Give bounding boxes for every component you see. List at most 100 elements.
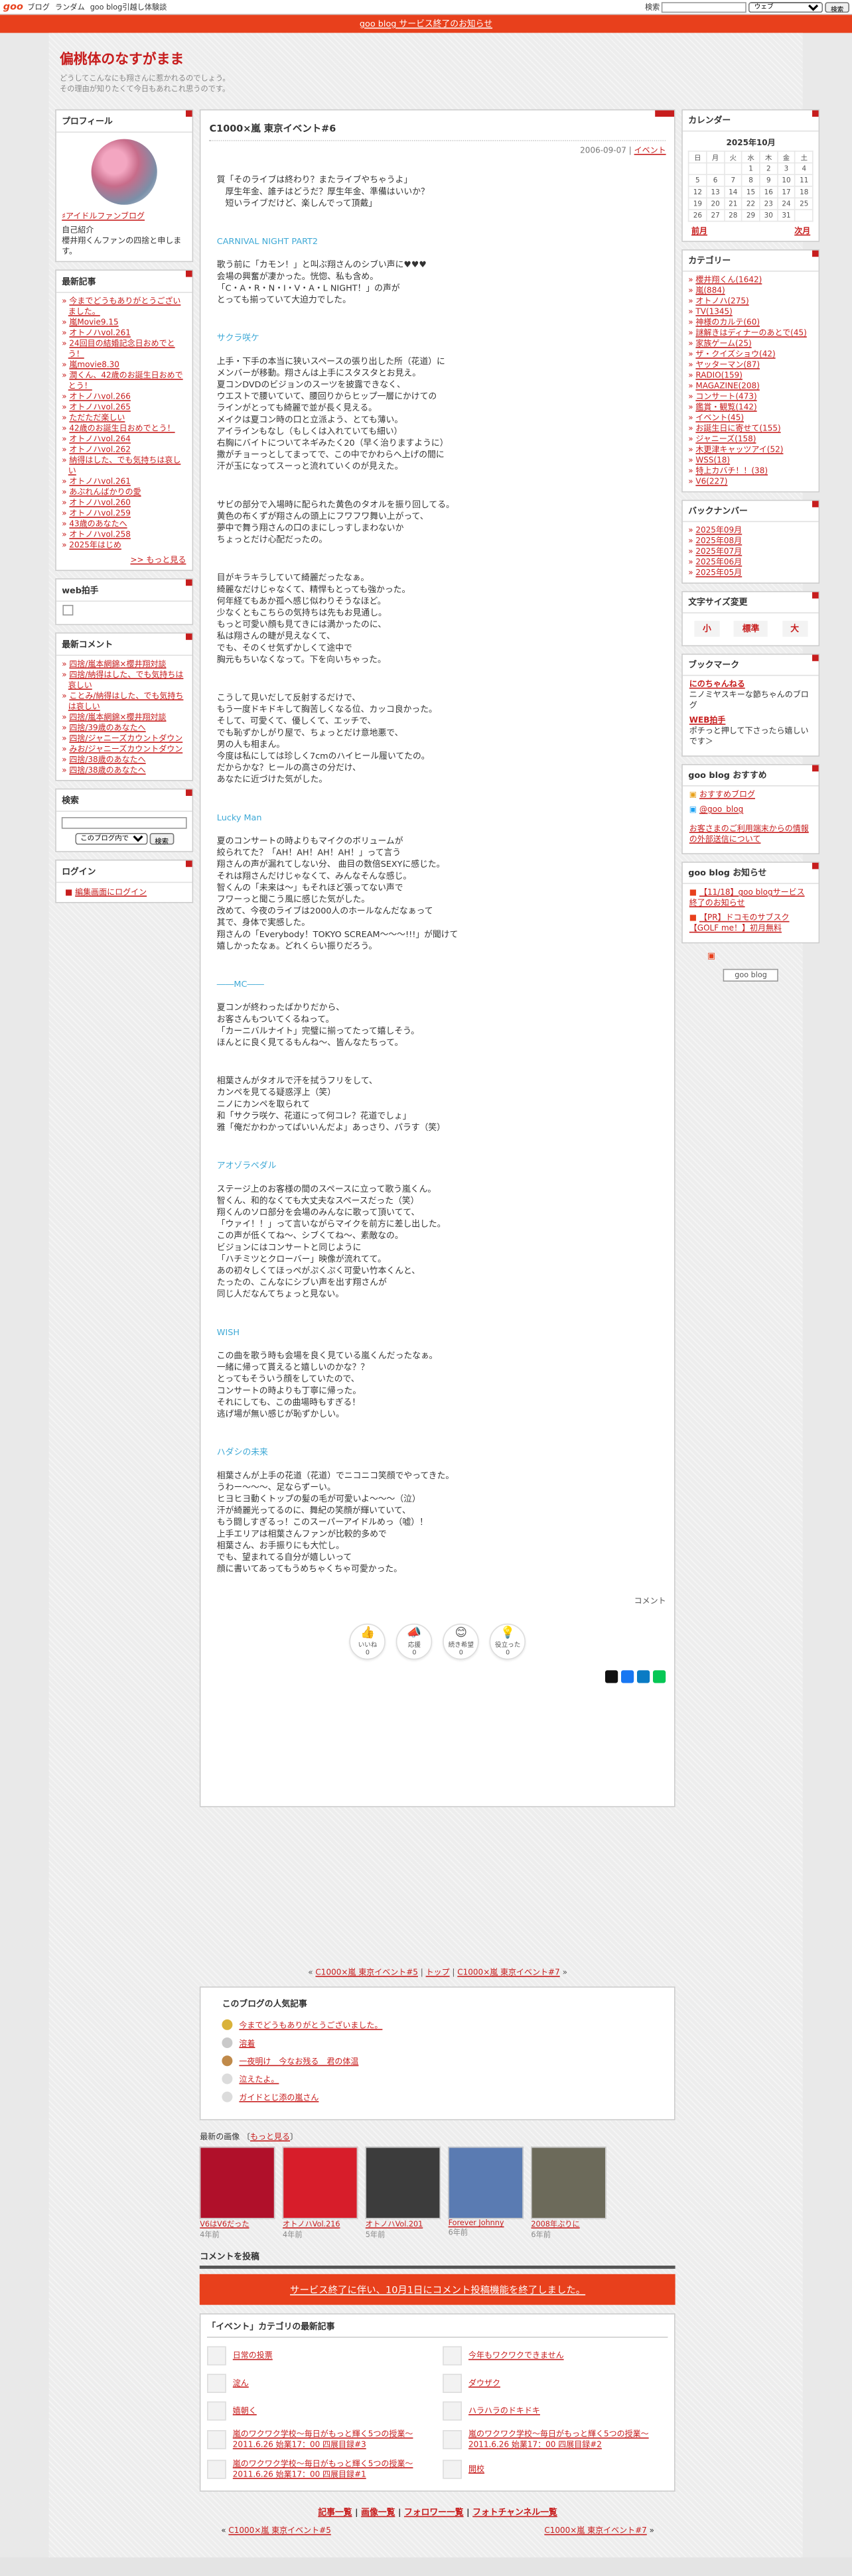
recent-post-item-link[interactable]: ただただ楽しい [69, 413, 125, 422]
recommend-link-1[interactable]: おすすめブログ [699, 789, 755, 799]
category-latest-link[interactable]: 嵐のワクワク学校〜毎日がもっと輝く5つの授業〜2011.6.26 始業17：00… [233, 2429, 433, 2450]
top-link-migration[interactable]: goo blog引越し体験談 [90, 1, 167, 12]
bookmark-link-1[interactable]: にのちゃんねる [689, 679, 745, 688]
recent-comment-item-link[interactable]: みお/ジャニーズカウントダウン [69, 744, 182, 753]
recent-post-item-link[interactable]: 嵐movie8.30 [69, 359, 119, 369]
calendar-prev[interactable]: 前月 [691, 225, 707, 237]
recent-post-item-link[interactable]: 今までどうもありがとうございました。 [68, 296, 181, 316]
category-latest-link[interactable]: ダウザク [468, 2378, 500, 2389]
category-item-link[interactable]: イベント(45) [695, 413, 744, 422]
category-latest-link[interactable]: 嬉朝く [233, 2406, 257, 2416]
category-latest-item[interactable]: 日常の投票 [207, 2346, 432, 2366]
webclap-image[interactable] [62, 605, 74, 615]
top-search-input[interactable] [662, 1, 747, 13]
top-link-random[interactable]: ランダム [55, 1, 85, 12]
calendar-day[interactable]: 3 [776, 162, 796, 176]
reaction-more-button[interactable]: 😊 続き希望 0 [443, 1624, 479, 1660]
category-latest-item[interactable]: 嵐のワクワク学校〜毎日がもっと輝く5つの授業〜2011.6.26 始業17：00… [207, 2459, 432, 2480]
category-item-link[interactable]: オトノハ(275) [695, 296, 748, 305]
reaction-like-button[interactable]: 👍 いいね 0 [349, 1624, 386, 1660]
profile-name[interactable]: ♯アイドルファンブログ [62, 211, 145, 220]
category-item-link[interactable]: 謎解きはディナーのあとで(45) [695, 328, 806, 337]
category-latest-item[interactable]: ダウザク [443, 2374, 668, 2393]
reaction-useful-button[interactable]: 💡 役立った 0 [490, 1624, 526, 1660]
recent-post-item-link[interactable]: オトノハvol.264 [69, 434, 131, 443]
thumb-label[interactable]: V6はV6だった [200, 2219, 275, 2230]
category-item-link[interactable]: WSS(18) [695, 455, 730, 464]
calendar-day[interactable]: 25 [794, 197, 814, 210]
recommend-link-3[interactable]: お客さまのご利用端末からの情報の外部送信について [689, 824, 809, 844]
recent-post-item-link[interactable]: 43歳のあなたへ [69, 519, 127, 528]
top-search-scope[interactable]: ウェブ [748, 1, 823, 13]
calendar-day[interactable]: 28 [723, 209, 743, 222]
blog-search-button[interactable]: 検索 [149, 833, 174, 846]
goo-notice-link-2[interactable]: 【PR】ドコモのサブスク【GOLF me！】初月無料 [689, 913, 790, 933]
recent-post-item-link[interactable]: オトノハvol.261 [69, 476, 131, 485]
thumb-label[interactable]: 2008年ぶりに [531, 2219, 606, 2230]
calendar-day[interactable]: 6 [705, 174, 725, 187]
rss-icon[interactable]: ▣ [682, 951, 820, 960]
category-item-link[interactable]: V6(227) [695, 476, 727, 485]
hatena-share-icon[interactable] [637, 1670, 650, 1683]
goo-logo[interactable]: goo [3, 1, 23, 12]
comment-link[interactable]: コメント [634, 1596, 666, 1605]
footer-prev[interactable]: C1000×嵐 東京イベント#5 [228, 2526, 331, 2535]
recent-post-item-link[interactable]: 42歳のお誕生日おめでとう！ [69, 423, 175, 432]
fontsize-normal[interactable]: 標準 [733, 621, 768, 637]
backnumber-item-link[interactable]: 2025年06月 [695, 557, 742, 566]
calendar-day[interactable]: 11 [794, 174, 814, 187]
pager-next[interactable]: C1000×嵐 東京イベント#7 [457, 1967, 560, 1976]
category-latest-item[interactable]: 嵐のワクワク学校〜毎日がもっと輝く5つの授業〜2011.6.26 始業17：00… [443, 2429, 668, 2450]
reaction-cheer-button[interactable]: 📣 応援 0 [396, 1624, 433, 1660]
calendar-day[interactable]: 1 [741, 162, 760, 176]
calendar-day[interactable]: 27 [705, 209, 725, 222]
recent-post-item-link[interactable]: あぶれんばかりの愛 [69, 487, 141, 496]
category-item-link[interactable]: 鑑賞・観覧(142) [695, 402, 756, 411]
category-latest-item[interactable]: 嵐のワクワク学校〜毎日がもっと輝く5つの授業〜2011.6.26 始業17：00… [207, 2429, 432, 2450]
category-item-link[interactable]: ザ・クイズショウ(42) [695, 349, 775, 358]
recent-comment-item-link[interactable]: 四捨/納得はした、でも気持ちは哀しい [68, 670, 184, 690]
calendar-day[interactable]: 21 [723, 197, 743, 210]
recent-images-more[interactable]: もっと見る [250, 2132, 290, 2141]
thumb-image[interactable] [448, 2146, 524, 2219]
category-item-link[interactable]: コンサート(473) [695, 391, 756, 401]
calendar-day[interactable]: 15 [741, 186, 760, 199]
blog-title[interactable]: 偏桃体のなすがまま [60, 48, 803, 68]
calendar-day[interactable]: 18 [794, 186, 814, 199]
footer-link-followers[interactable]: フォロワー一覧 [404, 2508, 464, 2517]
recent-post-item-link[interactable]: オトノハvol.262 [69, 444, 131, 454]
recent-more-link[interactable]: >> もっと見る [130, 555, 186, 564]
login-link[interactable]: 編集画面にログイン [75, 887, 147, 897]
calendar-day[interactable]: 22 [741, 197, 760, 210]
fontsize-large[interactable]: 大 [782, 621, 808, 637]
popular-link[interactable]: 今までどうもありがとうございました。 [239, 2020, 382, 2029]
thumb-image[interactable] [200, 2146, 275, 2219]
recent-post-item-link[interactable]: オトノハvol.258 [69, 529, 131, 539]
calendar-day[interactable]: 10 [776, 174, 796, 187]
thumb-item[interactable]: Forever Johnny 6年前 [448, 2146, 524, 2240]
calendar-day[interactable]: 26 [688, 209, 707, 222]
category-item-link[interactable]: 神様のカルテ(60) [695, 317, 760, 326]
category-item-link[interactable]: 家族ゲーム(25) [695, 338, 751, 348]
calendar-day[interactable]: 16 [759, 186, 778, 199]
category-latest-link[interactable]: 淀ん [233, 2378, 249, 2389]
calendar-day[interactable]: 7 [723, 174, 743, 187]
footer-link-images[interactable]: 画像一覧 [361, 2508, 395, 2517]
recent-post-item-link[interactable]: オトノハvol.260 [69, 497, 131, 507]
thumb-image[interactable] [365, 2146, 441, 2219]
calendar-day[interactable]: 30 [759, 209, 778, 222]
category-latest-item[interactable]: 開校 [443, 2459, 668, 2480]
category-item-link[interactable]: 木更津キャッツアイ(52) [695, 444, 783, 454]
thumb-item[interactable]: オトノハVol.201 5年前 [365, 2146, 441, 2240]
calendar-day[interactable]: 2 [759, 162, 778, 176]
calendar-day[interactable]: 9 [759, 174, 778, 187]
category-item-link[interactable]: 櫻井翔くん(1642) [695, 275, 762, 284]
category-latest-item[interactable]: 嬉朝く [207, 2401, 432, 2421]
calendar-day[interactable]: 20 [705, 197, 725, 210]
thumb-item[interactable]: 2008年ぶりに 6年前 [531, 2146, 606, 2240]
recent-comment-item-link[interactable]: 四捨/嵐本網錦×櫻井翔対談 [69, 712, 166, 722]
recommend-link-2[interactable]: @goo_blog [699, 805, 743, 814]
popular-link[interactable]: ガイドとじ添の嵐さん [239, 2093, 319, 2102]
category-latest-link[interactable]: 嵐のワクワク学校〜毎日がもっと輝く5つの授業〜2011.6.26 始業17：00… [468, 2429, 668, 2450]
entry-category-link[interactable]: イベント [634, 145, 666, 155]
